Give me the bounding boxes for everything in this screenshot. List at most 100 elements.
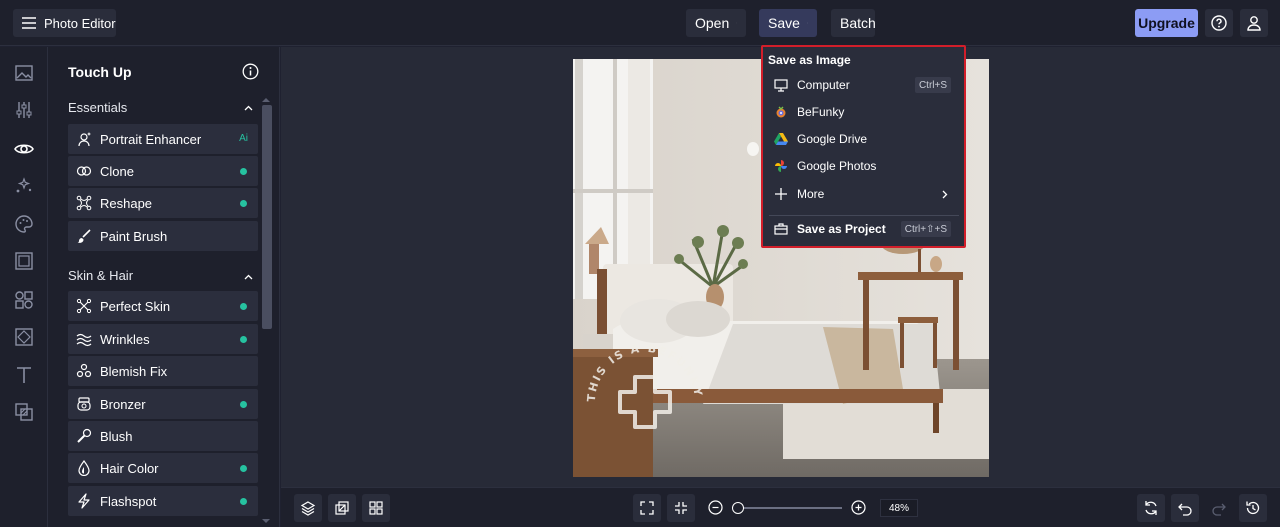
section-essentials-heading[interactable]: Essentials: [68, 100, 127, 115]
paint-brush-icon: [77, 229, 91, 243]
graphics-icon[interactable]: [14, 290, 34, 310]
layers-button[interactable]: [294, 494, 322, 522]
chevron-right-icon: [942, 190, 948, 199]
save-more-item[interactable]: More: [765, 182, 961, 206]
scroll-up-arrow-icon[interactable]: [262, 97, 270, 102]
menu-item-label: BeFunky: [797, 105, 845, 119]
app-title: Photo Editor: [44, 15, 116, 31]
status-dot: [240, 498, 247, 505]
image-icon[interactable]: [14, 63, 34, 83]
frame-icon[interactable]: [14, 251, 34, 271]
shortcut-badge: Ctrl+⇧+S: [900, 221, 951, 237]
save-to-google-photos-item[interactable]: Google Photos: [765, 154, 961, 178]
tool-label: Portrait Enhancer: [100, 131, 202, 147]
overlay-icon[interactable]: [14, 402, 34, 422]
chevron-up-icon[interactable]: [244, 105, 253, 111]
save-menu-title: Save as Image: [768, 53, 851, 67]
texture-icon[interactable]: [14, 327, 34, 347]
tool-clone[interactable]: Clone: [68, 156, 258, 186]
blemish-fix-icon: [76, 363, 92, 378]
shortcut-badge: Ctrl+S: [914, 77, 951, 93]
account-button[interactable]: [1240, 9, 1268, 37]
actual-size-button[interactable]: [667, 494, 695, 522]
reshape-icon: [76, 195, 92, 211]
status-dot: [240, 401, 247, 408]
batch-label: Batch: [840, 15, 876, 31]
tool-label: Flashspot: [100, 493, 157, 509]
grid-button[interactable]: [362, 494, 390, 522]
panel-title: Touch Up: [68, 64, 132, 80]
ai-badge: Ai: [239, 133, 248, 144]
scrollbar-thumb[interactable]: [262, 105, 272, 329]
save-to-google-drive-item[interactable]: Google Drive: [765, 127, 961, 151]
refresh-icon: [1145, 501, 1157, 515]
fit-screen-button[interactable]: [633, 494, 661, 522]
shrink-icon: [675, 502, 687, 514]
history-icon: [1246, 501, 1260, 515]
open-button[interactable]: Open: [686, 9, 746, 37]
tool-rail: [0, 47, 48, 527]
history-button[interactable]: [1239, 494, 1267, 522]
tool-reshape[interactable]: Reshape: [68, 188, 258, 218]
chevron-up-icon[interactable]: [244, 274, 253, 280]
reset-button[interactable]: [1137, 494, 1165, 522]
tool-perfect-skin[interactable]: Perfect Skin: [68, 291, 258, 321]
zoom-out-icon[interactable]: [708, 500, 723, 515]
tool-label: Blemish Fix: [100, 363, 168, 379]
eye-icon[interactable]: [14, 139, 34, 159]
tool-blemish-fix[interactable]: Blemish Fix: [68, 356, 258, 386]
tool-hair-color[interactable]: Hair Color: [68, 453, 258, 483]
scroll-down-arrow-icon[interactable]: [262, 519, 270, 524]
save-dropdown-menu: Save as Image Computer Ctrl+S BeFunky Go…: [761, 45, 966, 248]
save-to-befunky-item[interactable]: BeFunky: [765, 100, 961, 124]
tool-label: Reshape: [100, 195, 153, 211]
zoom-in-icon[interactable]: [851, 500, 866, 515]
effects-icon[interactable]: [14, 176, 34, 196]
compare-button[interactable]: [328, 494, 356, 522]
section-skin-hair-heading[interactable]: Skin & Hair: [68, 268, 133, 283]
tool-blush[interactable]: Blush: [68, 421, 258, 451]
adjust-icon[interactable]: [14, 100, 34, 120]
save-as-project-item[interactable]: Save as Project Ctrl+⇧+S: [765, 217, 961, 241]
main-menu-button[interactable]: Photo Editor: [13, 9, 116, 37]
wrinkles-icon: [76, 333, 92, 347]
open-label: Open: [695, 15, 730, 31]
save-label: Save: [768, 15, 800, 31]
hamburger-icon: [22, 17, 36, 29]
menu-item-label: Save as Project: [797, 222, 886, 236]
text-icon[interactable]: [14, 365, 34, 385]
palette-icon[interactable]: [14, 214, 34, 234]
tool-portrait-enhancer[interactable]: Portrait Enhancer Ai: [68, 124, 258, 154]
upgrade-button[interactable]: Upgrade: [1135, 9, 1198, 37]
tool-bronzer[interactable]: Bronzer: [68, 389, 258, 419]
google-photos-icon: [775, 160, 787, 172]
portrait-enhancer-icon: [78, 132, 91, 147]
undo-icon: [1178, 503, 1192, 516]
info-icon[interactable]: [242, 63, 259, 80]
tool-wrinkles[interactable]: Wrinkles: [68, 324, 258, 354]
zoom-slider[interactable]: [733, 507, 842, 509]
redo-icon: [1212, 503, 1226, 516]
google-drive-icon: [774, 133, 788, 145]
save-button[interactable]: Save: [759, 9, 817, 37]
user-icon: [1247, 16, 1261, 31]
help-button[interactable]: [1205, 9, 1233, 37]
menu-item-label: Google Drive: [797, 132, 868, 146]
redo-button[interactable]: [1205, 494, 1233, 522]
status-dot: [240, 168, 247, 175]
tool-paint-brush[interactable]: Paint Brush: [68, 221, 258, 251]
monitor-icon: [774, 79, 788, 92]
undo-button[interactable]: [1171, 494, 1199, 522]
briefcase-icon: [774, 223, 788, 235]
compare-icon: [335, 501, 349, 515]
tool-label: Hair Color: [100, 460, 159, 476]
chevron-down-icon: [736, 22, 737, 24]
tool-label: Perfect Skin: [100, 298, 171, 314]
tool-flashspot[interactable]: Flashspot: [68, 486, 258, 516]
hair-color-icon: [78, 460, 90, 476]
tool-label: Clone: [100, 163, 134, 179]
save-to-computer-item[interactable]: Computer Ctrl+S: [765, 73, 961, 97]
help-icon: [1211, 15, 1227, 31]
batch-button[interactable]: Batch: [831, 9, 876, 37]
zoom-readout[interactable]: 48%: [880, 499, 918, 517]
